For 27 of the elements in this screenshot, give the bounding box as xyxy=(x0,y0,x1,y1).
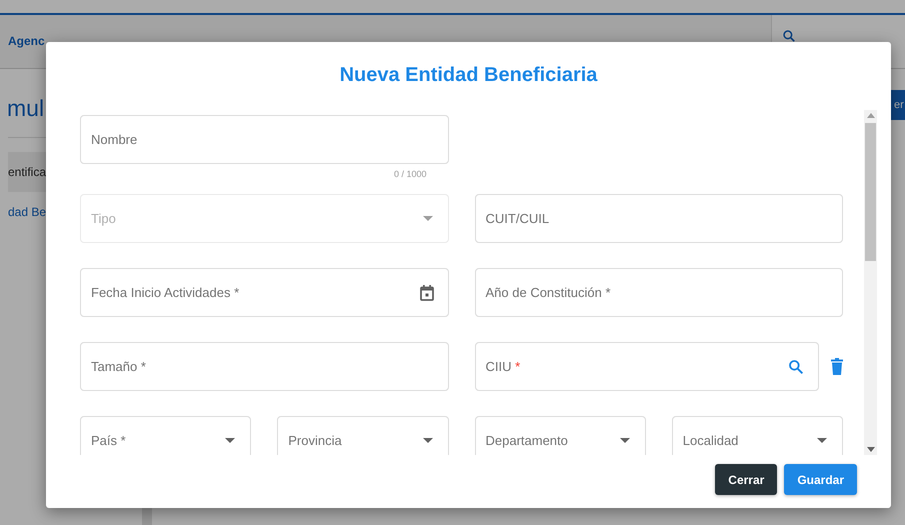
scroll-up-icon[interactable] xyxy=(866,113,874,118)
select-field[interactable]: País * xyxy=(80,416,252,455)
select-field[interactable]: Localidad xyxy=(672,416,843,455)
save-button[interactable]: Guardar xyxy=(784,464,857,495)
input-field[interactable]: Año de Constitución * xyxy=(474,268,843,317)
select-field[interactable]: Provincia xyxy=(277,416,448,455)
scroll-down-icon[interactable] xyxy=(866,447,874,452)
caret-icon xyxy=(817,438,827,443)
date-field[interactable]: Fecha Inicio Actividades * xyxy=(80,268,448,317)
caret-icon xyxy=(225,438,236,443)
trash-icon[interactable] xyxy=(831,358,843,375)
search-icon[interactable] xyxy=(782,29,796,43)
input-field[interactable]: CUIT/CUIL xyxy=(474,194,843,243)
select-field[interactable]: Departamento xyxy=(474,416,646,455)
caret-icon xyxy=(422,438,432,443)
input-field[interactable]: Tamaño * xyxy=(80,342,448,391)
caret-icon xyxy=(422,216,432,221)
character-counter: 0 / 1000 xyxy=(394,169,426,179)
page-heading: mul xyxy=(7,95,46,123)
calendar-icon[interactable] xyxy=(420,284,434,300)
close-button[interactable]: Cerrar xyxy=(715,464,778,495)
brand-name[interactable]: Agenc xyxy=(8,34,45,48)
caret-icon xyxy=(620,438,630,443)
dialog-title: Nueva Entidad Beneficiaria xyxy=(338,64,598,88)
input-field[interactable]: Nombre xyxy=(80,115,448,164)
input-field[interactable]: CIIU * xyxy=(474,342,819,391)
scrollbar[interactable] xyxy=(864,110,877,455)
